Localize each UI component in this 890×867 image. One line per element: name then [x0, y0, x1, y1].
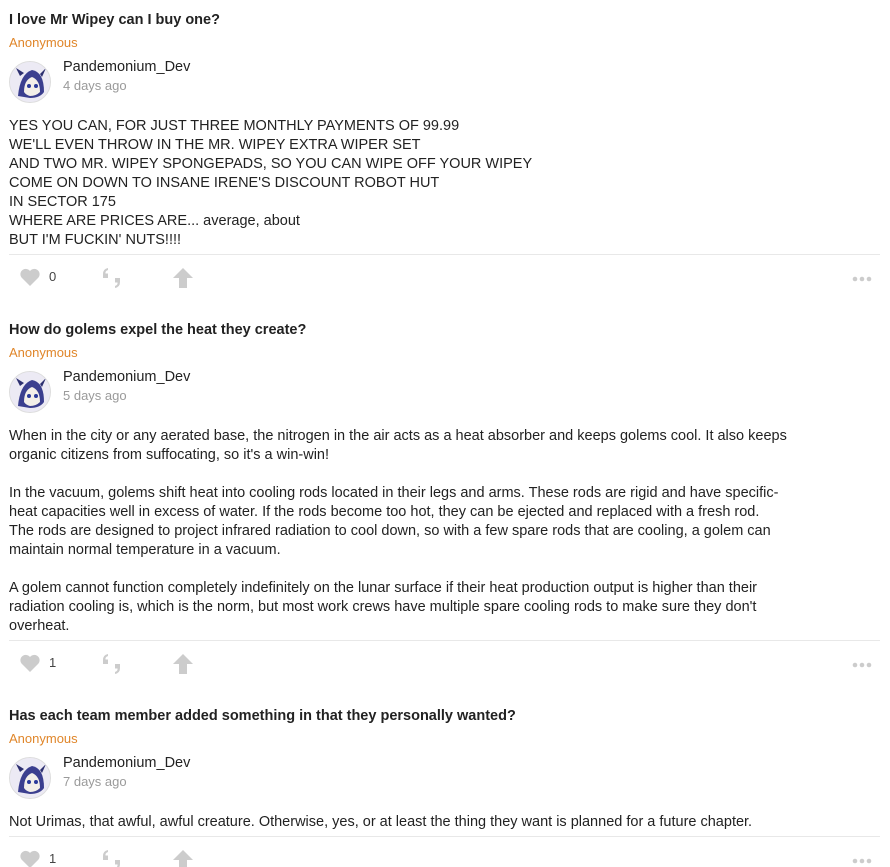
answer-line: The rods are designed to project infrare… [9, 523, 771, 539]
answer-line: When in the city or any aerated base, th… [9, 428, 787, 444]
answer-paragraph: A golem cannot function completely indef… [9, 579, 880, 636]
answer-line: AND TWO MR. WIPEY SPONGEPADS, SO YOU CAN… [9, 156, 533, 172]
post: Has each team member added something in … [9, 707, 880, 832]
answer-line: WE'LL EVEN THROW IN THE MR. WIPEY EXTRA … [9, 137, 421, 153]
like-count: 1 [49, 851, 57, 866]
more-dots-icon [852, 858, 872, 864]
answer-text: When in the city or any aerated base, th… [9, 427, 880, 636]
like-count: 0 [49, 269, 57, 284]
more-dots-icon [852, 276, 872, 282]
heart-icon [20, 268, 40, 286]
quote-icon [103, 654, 120, 674]
question-title: Has each team member added something in … [9, 708, 516, 724]
author-name[interactable]: Pandemonium_Dev [63, 368, 190, 386]
answer-line: heat capacities well in excess of water.… [9, 504, 760, 520]
author-block: Pandemonium_Dev 7 days ago [9, 753, 880, 799]
heart-icon [20, 654, 40, 672]
like-button[interactable]: 1 [19, 849, 69, 867]
upvote-arrow-icon [173, 654, 193, 674]
post-actions-bar: 1 [9, 836, 880, 867]
upvote-arrow-icon [173, 850, 193, 867]
more-options-button[interactable] [852, 653, 872, 673]
quote-button[interactable] [101, 267, 125, 288]
question-title: I love Mr Wipey can I buy one? [9, 12, 220, 28]
avatar[interactable] [9, 61, 51, 103]
asker-name[interactable]: Anonymous [9, 345, 880, 361]
quote-icon [103, 268, 120, 288]
heart-icon [20, 850, 40, 867]
asker-name[interactable]: Anonymous [9, 35, 880, 51]
like-button[interactable]: 1 [19, 653, 69, 673]
post-timestamp: 4 days ago [63, 78, 127, 93]
like-count: 1 [49, 655, 57, 670]
answer-line: YES YOU CAN, FOR JUST THREE MONTHLY PAYM… [9, 118, 460, 134]
avatar[interactable] [9, 757, 51, 799]
answer-line: COME ON DOWN TO INSANE IRENE'S DISCOUNT … [9, 175, 440, 191]
post-timestamp: 5 days ago [63, 388, 127, 403]
like-button[interactable]: 0 [19, 267, 69, 287]
asker-name[interactable]: Anonymous [9, 731, 880, 747]
answer-line: maintain normal temperature in a vacuum. [9, 542, 281, 558]
author-name[interactable]: Pandemonium_Dev [63, 58, 190, 76]
answer-paragraph: When in the city or any aerated base, th… [9, 427, 880, 465]
more-options-button[interactable] [852, 849, 872, 867]
more-dots-icon [852, 662, 872, 668]
post: How do golems expel the heat they create… [9, 321, 880, 636]
quote-button[interactable] [101, 653, 125, 674]
answer-line: IN SECTOR 175 [9, 194, 116, 210]
question-title: How do golems expel the heat they create… [9, 322, 307, 338]
quote-icon [103, 850, 120, 867]
author-name[interactable]: Pandemonium_Dev [63, 754, 190, 772]
answer-line: Not Urimas, that awful, awful creature. … [9, 814, 753, 830]
author-block: Pandemonium_Dev 4 days ago [9, 57, 880, 103]
post-actions-bar: 0 [9, 254, 880, 295]
post-timestamp: 7 days ago [63, 774, 127, 789]
answer-paragraph: In the vacuum, golems shift heat into co… [9, 484, 880, 560]
more-options-button[interactable] [852, 267, 872, 287]
post: I love Mr Wipey can I buy one? Anonymous… [9, 11, 880, 250]
answer-line: In the vacuum, golems shift heat into co… [9, 485, 779, 501]
upvote-button[interactable] [171, 653, 195, 674]
upvote-button[interactable] [171, 849, 195, 867]
avatar[interactable] [9, 371, 51, 413]
answer-text: YES YOU CAN, FOR JUST THREE MONTHLY PAYM… [9, 117, 880, 250]
answer-line: overheat. [9, 618, 70, 634]
answer-line: A golem cannot function completely indef… [9, 580, 758, 596]
answer-line: BUT I'M FUCKIN' NUTS!!!! [9, 232, 182, 248]
post-actions-bar: 1 [9, 640, 880, 681]
upvote-button[interactable] [171, 267, 195, 288]
answer-text: Not Urimas, that awful, awful creature. … [9, 813, 880, 832]
answer-line: organic citizens from suffocating, so it… [9, 447, 330, 463]
author-block: Pandemonium_Dev 5 days ago [9, 367, 880, 413]
answer-line: WHERE ARE PRICES ARE... average, about [9, 213, 300, 229]
quote-button[interactable] [101, 849, 125, 867]
upvote-arrow-icon [173, 268, 193, 288]
answer-line: radiation cooling is, which is the norm,… [9, 599, 757, 615]
